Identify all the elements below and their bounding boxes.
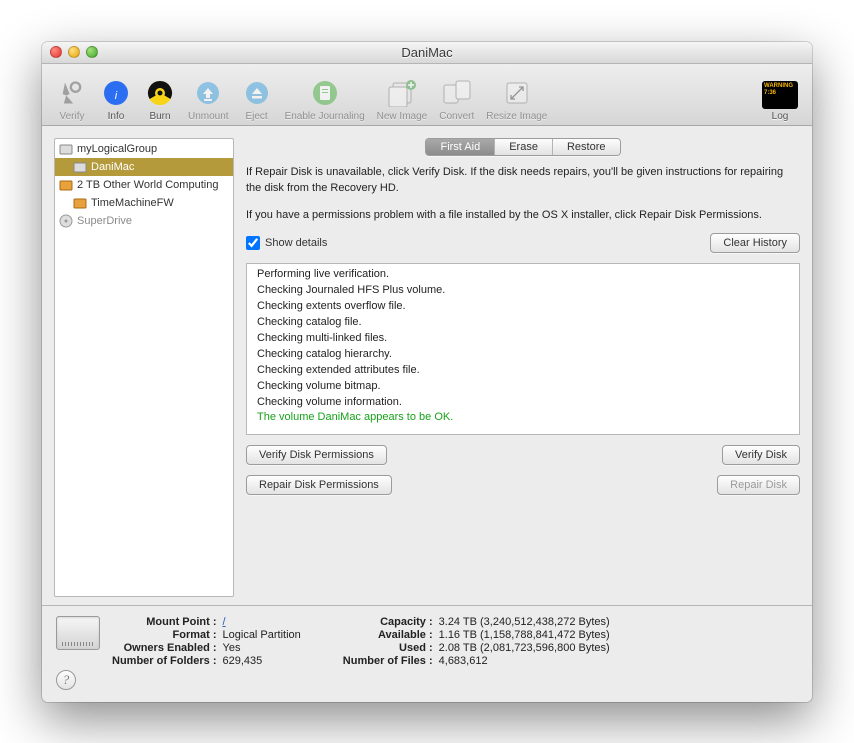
log-line: Checking extents overflow file. bbox=[257, 299, 789, 315]
tab-segmented-control[interactable]: First AidEraseRestore bbox=[425, 138, 620, 156]
repair-disk-permissions-button[interactable]: Repair Disk Permissions bbox=[246, 475, 392, 495]
unmount-icon bbox=[192, 77, 224, 109]
log-line: Checking volume bitmap. bbox=[257, 379, 789, 395]
repair-disk-button: Repair Disk bbox=[717, 475, 800, 495]
verify-disk-permissions-button[interactable]: Verify Disk Permissions bbox=[246, 445, 387, 465]
disk-utility-window: DaniMac VerifyiInfoBurnUnmountEjectEnabl… bbox=[42, 42, 812, 702]
log-line: Checking extended attributes file. bbox=[257, 363, 789, 379]
tab-erase[interactable]: Erase bbox=[494, 139, 552, 155]
toolbar-verify: Verify bbox=[50, 77, 94, 122]
volume-icon bbox=[73, 160, 87, 174]
optical-icon bbox=[59, 214, 73, 228]
disk-icon bbox=[56, 616, 100, 650]
tabs: First AidEraseRestore bbox=[246, 138, 800, 156]
disk-orange-icon bbox=[59, 178, 73, 192]
info-icon: i bbox=[100, 77, 132, 109]
toolbar-resize: Resize Image bbox=[480, 77, 553, 122]
convert-icon bbox=[441, 77, 473, 109]
traffic-lights bbox=[50, 46, 98, 58]
instructions-2: If you have a permissions problem with a… bbox=[246, 207, 800, 224]
toolbar-newimage: New Image bbox=[371, 77, 434, 122]
verify-disk-button[interactable]: Verify Disk bbox=[722, 445, 800, 465]
verify-icon bbox=[56, 77, 88, 109]
log-line: Checking volume information. bbox=[257, 395, 789, 411]
log-line: Checking catalog hierarchy. bbox=[257, 347, 789, 363]
zoom-button[interactable] bbox=[86, 46, 98, 58]
info-left: Mount Point :/Format :Logical PartitionO… bbox=[112, 616, 301, 667]
toolbar-unmount: Unmount bbox=[182, 77, 235, 122]
log-icon: WARNING 7:36 bbox=[762, 81, 798, 109]
eject-icon bbox=[241, 77, 273, 109]
log-line: Performing live verification. bbox=[257, 267, 789, 283]
clear-history-button[interactable]: Clear History bbox=[710, 233, 800, 253]
sidebar-item-2[interactable]: 2 TB Other World Computing bbox=[55, 176, 233, 194]
sidebar-item-4[interactable]: SuperDrive bbox=[55, 212, 233, 230]
disk-orange-icon bbox=[73, 196, 87, 210]
show-details-checkbox[interactable]: Show details bbox=[246, 236, 327, 250]
mount-point-link[interactable]: / bbox=[223, 616, 226, 628]
sidebar-item-0[interactable]: myLogicalGroup bbox=[55, 140, 233, 158]
toolbar-convert: Convert bbox=[433, 77, 480, 122]
footer: ? Mount Point :/Format :Logical Partitio… bbox=[42, 605, 812, 702]
main-panel: First AidEraseRestore If Repair Disk is … bbox=[246, 138, 800, 597]
titlebar: DaniMac bbox=[42, 42, 812, 64]
log-line: Checking Journaled HFS Plus volume. bbox=[257, 283, 789, 299]
toolbar-journal: Enable Journaling bbox=[279, 77, 371, 122]
tab-first-aid[interactable]: First Aid bbox=[426, 139, 494, 155]
toolbar: VerifyiInfoBurnUnmountEjectEnable Journa… bbox=[42, 64, 812, 126]
log-output[interactable]: Performing live verification.Checking Jo… bbox=[246, 263, 800, 435]
log-line: Checking multi-linked files. bbox=[257, 331, 789, 347]
burn-icon bbox=[144, 77, 176, 109]
resize-icon bbox=[501, 77, 533, 109]
close-button[interactable] bbox=[50, 46, 62, 58]
log-line: Checking catalog file. bbox=[257, 315, 789, 331]
newimage-icon bbox=[386, 77, 418, 109]
journal-icon bbox=[309, 77, 341, 109]
window-title: DaniMac bbox=[401, 45, 452, 60]
help-button[interactable]: ? bbox=[56, 670, 76, 690]
toolbar-burn[interactable]: Burn bbox=[138, 77, 182, 122]
toolbar-eject: Eject bbox=[235, 77, 279, 122]
toolbar-log[interactable]: WARNING 7:36Log bbox=[756, 81, 804, 122]
sidebar[interactable]: myLogicalGroupDaniMac2 TB Other World Co… bbox=[54, 138, 234, 597]
instructions-1: If Repair Disk is unavailable, click Ver… bbox=[246, 164, 800, 197]
sidebar-item-1[interactable]: DaniMac bbox=[55, 158, 233, 176]
info-right: Capacity :3.24 TB (3,240,512,438,272 Byt… bbox=[343, 616, 610, 667]
toolbar-info[interactable]: iInfo bbox=[94, 77, 138, 122]
tab-restore[interactable]: Restore bbox=[552, 139, 620, 155]
minimize-button[interactable] bbox=[68, 46, 80, 58]
volume-icon bbox=[59, 142, 73, 156]
sidebar-item-3[interactable]: TimeMachineFW bbox=[55, 194, 233, 212]
log-line: The volume DaniMac appears to be OK. bbox=[257, 410, 789, 426]
